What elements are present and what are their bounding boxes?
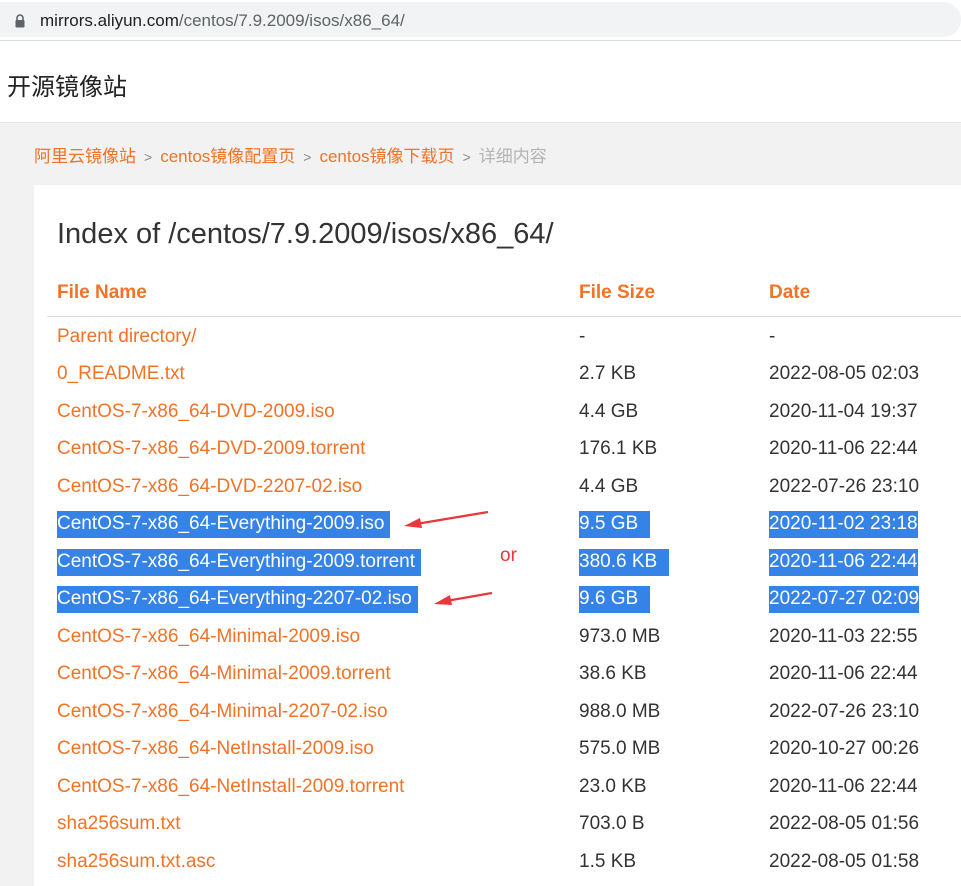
file-link[interactable]: sha256sum.txt xyxy=(57,811,181,836)
file-link[interactable]: CentOS-7-x86_64-Minimal-2009.iso xyxy=(57,624,360,649)
breadcrumb-separator: > xyxy=(144,149,153,165)
file-date: 2022-07-27 02:09 xyxy=(769,586,920,613)
table-row-selected: CentOS-7-x86_64-Everything-2207-02.iso 9… xyxy=(34,580,961,617)
page-title: Index of /centos/7.9.2009/isos/x86_64/ xyxy=(57,218,554,250)
file-link[interactable]: CentOS-7-x86_64-Everything-2009.iso xyxy=(57,511,391,538)
table-row: CentOS-7-x86_64-NetInstall-2009.iso 575.… xyxy=(34,730,961,767)
table-row: 0_README.txt 2.7 KB 2022-08-05 02:03 xyxy=(34,355,961,392)
file-date: - xyxy=(769,326,776,347)
file-link[interactable]: CentOS-7-x86_64-Everything-2207-02.iso xyxy=(57,586,418,613)
url-host: mirrors.aliyun.com xyxy=(40,11,179,30)
url-path: /centos/7.9.2009/isos/x86_64/ xyxy=(178,11,405,30)
table-row: CentOS-7-x86_64-Minimal-2009.iso 973.0 M… xyxy=(34,618,961,655)
file-size: 380.6 KB xyxy=(579,549,670,576)
file-size: 9.5 GB xyxy=(579,511,651,538)
file-size: - xyxy=(579,326,586,347)
file-size: 176.1 KB xyxy=(579,438,658,459)
file-date: 2022-07-26 23:10 xyxy=(769,701,920,722)
breadcrumb-current: 详细内容 xyxy=(478,147,547,166)
breadcrumb-separator: > xyxy=(303,149,312,165)
file-link[interactable]: sha256sum.txt.asc xyxy=(57,849,215,874)
url-field[interactable]: mirrors.aliyun.com/centos/7.9.2009/isos/… xyxy=(0,2,961,37)
file-date: 2020-10-27 00:26 xyxy=(769,738,920,759)
file-date: 2022-07-26 23:10 xyxy=(769,476,920,497)
url-text[interactable]: mirrors.aliyun.com/centos/7.9.2009/isos/… xyxy=(40,11,405,31)
table-row: sha256sum.txt 703.0 B 2022-08-05 01:56 xyxy=(34,805,961,842)
table-row: Parent directory/ - - xyxy=(34,318,961,355)
column-header-date: Date xyxy=(769,282,811,303)
file-link[interactable]: CentOS-7-x86_64-Minimal-2009.torrent xyxy=(57,661,391,686)
breadcrumb-download-link[interactable]: centos镜像下载页 xyxy=(319,147,454,166)
file-date: 2022-08-05 02:03 xyxy=(769,363,920,384)
file-date: 2020-11-06 22:44 xyxy=(769,776,918,797)
file-link[interactable]: CentOS-7-x86_64-DVD-2207-02.iso xyxy=(57,474,362,499)
file-link[interactable]: CentOS-7-x86_64-Everything-2009.torrent xyxy=(57,549,422,576)
file-date: 2020-11-06 22:44 xyxy=(769,663,918,684)
file-size: 4.4 GB xyxy=(579,476,639,497)
table-row: CentOS-7-x86_64-Minimal-2009.torrent 38.… xyxy=(34,655,961,692)
table-row: CentOS-7-x86_64-NetInstall-2009.torrent … xyxy=(34,768,961,805)
breadcrumb-home-link[interactable]: 阿里云镜像站 xyxy=(34,147,136,166)
table-row: CentOS-7-x86_64-Minimal-2207-02.iso 988.… xyxy=(34,693,961,730)
site-title[interactable]: 开源镜像站 xyxy=(7,67,127,102)
file-size: 2.7 KB xyxy=(579,363,637,384)
file-date: 2020-11-03 22:55 xyxy=(769,626,918,647)
file-link[interactable]: CentOS-7-x86_64-DVD-2009.iso xyxy=(57,399,335,424)
file-size: 1.5 KB xyxy=(579,851,637,872)
table-row: CentOS-7-x86_64-DVD-2009.torrent 176.1 K… xyxy=(34,430,961,467)
file-size: 38.6 KB xyxy=(579,663,647,684)
column-header-file-size: File Size xyxy=(579,282,656,303)
table-row: sha256sum.txt.asc 1.5 KB 2022-08-05 01:5… xyxy=(34,843,961,880)
file-listing-card: Index of /centos/7.9.2009/isos/x86_64/ F… xyxy=(34,185,961,886)
file-size: 973.0 MB xyxy=(579,626,661,647)
file-size: 9.6 GB xyxy=(579,586,651,613)
file-size: 988.0 MB xyxy=(579,701,661,722)
file-date: 2022-08-05 01:58 xyxy=(769,851,920,872)
file-size: 703.0 B xyxy=(579,813,645,834)
file-size: 575.0 MB xyxy=(579,738,661,759)
lock-icon[interactable] xyxy=(14,14,26,28)
browser-address-bar: mirrors.aliyun.com/centos/7.9.2009/isos/… xyxy=(0,0,961,40)
table-row-selected: CentOS-7-x86_64-Everything-2009.torrent … xyxy=(34,543,961,580)
breadcrumb-config-link[interactable]: centos镜像配置页 xyxy=(160,147,295,166)
column-header-file-name: File Name xyxy=(57,282,147,303)
breadcrumb: 阿里云镜像站 > centos镜像配置页 > centos镜像下载页 > 详细内容 xyxy=(34,142,547,167)
annotation-arrow-icon xyxy=(434,591,493,605)
file-date: 2020-11-02 23:18 xyxy=(769,511,918,538)
file-date: 2020-11-04 19:37 xyxy=(769,401,918,422)
table-row-selected: CentOS-7-x86_64-Everything-2009.iso 9.5 … xyxy=(34,505,961,542)
annotation-or-label: or xyxy=(500,545,517,566)
file-size: 23.0 KB xyxy=(579,776,647,797)
file-link[interactable]: CentOS-7-x86_64-NetInstall-2009.iso xyxy=(57,736,374,761)
breadcrumb-separator: > xyxy=(462,149,471,165)
table-row: CentOS-7-x86_64-DVD-2009.iso 4.4 GB 2020… xyxy=(34,393,961,430)
site-header: 开源镜像站 xyxy=(0,41,961,123)
header-divider xyxy=(47,316,961,317)
annotation-arrow-icon xyxy=(404,510,489,528)
file-size: 4.4 GB xyxy=(579,401,639,422)
file-link[interactable]: Parent directory/ xyxy=(57,324,196,349)
file-date: 2022-08-05 01:56 xyxy=(769,813,920,834)
file-date: 2020-11-06 22:44 xyxy=(769,438,918,459)
file-link[interactable]: 0_README.txt xyxy=(57,361,185,386)
file-link[interactable]: CentOS-7-x86_64-Minimal-2207-02.iso xyxy=(57,699,388,724)
file-date: 2020-11-06 22:44 xyxy=(769,549,918,576)
table-row: CentOS-7-x86_64-DVD-2207-02.iso 4.4 GB 2… xyxy=(34,468,961,505)
file-link[interactable]: CentOS-7-x86_64-NetInstall-2009.torrent xyxy=(57,774,404,799)
file-link[interactable]: CentOS-7-x86_64-DVD-2009.torrent xyxy=(57,436,365,461)
